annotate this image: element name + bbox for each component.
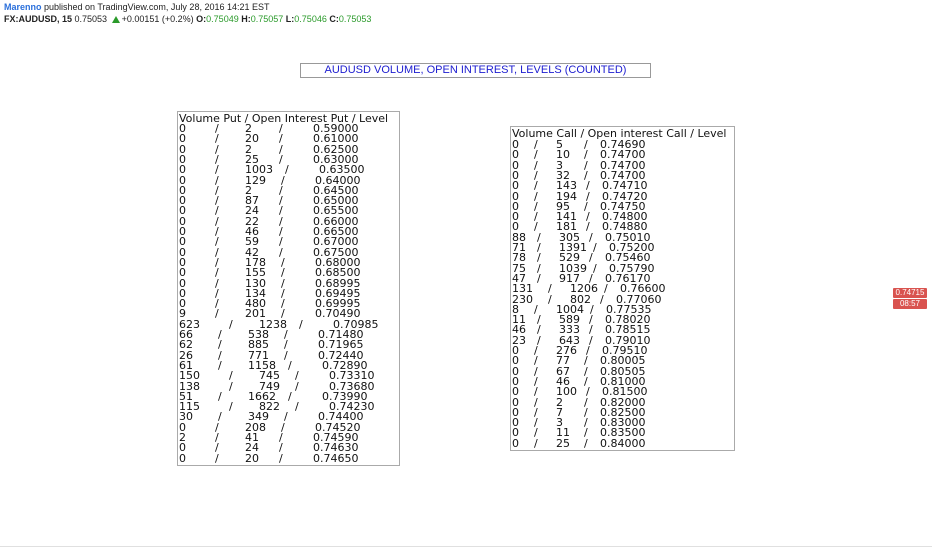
separator: / <box>593 261 597 275</box>
separator: / <box>215 451 219 465</box>
low-value: 0.75046 <box>294 14 327 24</box>
up-arrow-icon <box>111 16 120 23</box>
open-interest-cell: 20 <box>245 451 259 465</box>
separator: / <box>215 307 219 321</box>
separator: / <box>288 389 292 403</box>
separator: / <box>279 152 283 166</box>
close-value: 0.75053 <box>338 14 372 24</box>
separator: / <box>604 282 608 296</box>
open-label: O: <box>196 14 207 24</box>
separator: / <box>295 379 299 393</box>
separator: / <box>229 317 233 331</box>
publish-info: Marenno published on TradingView.com, Ju… <box>4 2 270 12</box>
level-cell: 0.74650 <box>313 451 359 465</box>
separator: / <box>279 451 283 465</box>
close-label: C: <box>329 14 339 24</box>
chart-title[interactable]: AUDUSD VOLUME, OPEN INTEREST, LEVELS (CO… <box>300 63 651 78</box>
separator: / <box>537 271 541 285</box>
publish-text: published on TradingView.com, July 28, 2… <box>41 2 270 12</box>
last-price: 0.75053 <box>74 14 108 24</box>
level-cell: 0.84000 <box>600 436 646 450</box>
separator: / <box>285 163 289 177</box>
separator: / <box>593 241 597 254</box>
symbol-info: FX:AUDUSD, 15 0.75053 +0.00151 (+0.2%) O… <box>4 14 371 24</box>
price-change: +0.00151 (+0.2%) <box>121 14 194 24</box>
call-levels-panel[interactable]: Volume Call / Open interest Call / Level… <box>510 126 735 451</box>
put-levels-panel[interactable]: Volume Put / Open Interest Put / Level 0… <box>177 111 400 466</box>
open-value: 0.75049 <box>206 14 239 24</box>
separator: / <box>288 358 292 372</box>
separator: / <box>218 358 222 372</box>
separator: / <box>600 292 604 306</box>
author-link[interactable]: Marenno <box>4 2 42 12</box>
separator: / <box>534 436 538 450</box>
separator: / <box>229 379 233 393</box>
separator: / <box>218 389 222 403</box>
symbol-name[interactable]: FX:AUDUSD, 15 <box>4 14 72 24</box>
time-tag: 08:57 <box>893 299 927 309</box>
current-price-tag: 0.74715 <box>893 288 927 298</box>
volume-cell: 0 <box>512 436 519 450</box>
volume-cell: 0 <box>179 451 186 465</box>
separator: / <box>229 400 233 414</box>
high-value: 0.75057 <box>250 14 284 24</box>
high-label: H: <box>241 14 251 24</box>
separator: / <box>548 292 552 306</box>
open-interest-cell: 25 <box>556 436 570 450</box>
bottom-divider <box>0 546 932 547</box>
separator: / <box>295 400 299 414</box>
separator: / <box>299 317 303 331</box>
separator: / <box>584 436 588 450</box>
